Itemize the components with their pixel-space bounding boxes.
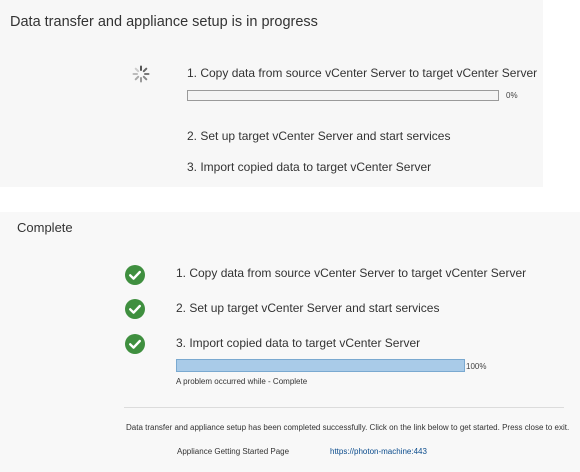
getting-started-link[interactable]: https://photon-machine:443 <box>330 447 427 456</box>
progress-percent: 100% <box>466 362 487 371</box>
progress-bar-step-1 <box>187 90 499 101</box>
progress-title: Data transfer and appliance setup is in … <box>10 14 318 30</box>
complete-step-3: 3. Import copied data to target vCenter … <box>176 336 421 350</box>
check-circle-icon <box>125 265 145 285</box>
complete-step-2: 2. Set up target vCenter Server and star… <box>176 301 440 315</box>
completion-message: Data transfer and appliance setup has be… <box>126 423 570 432</box>
progress-step-1: 1. Copy data from source vCenter Server … <box>187 66 538 80</box>
getting-started-label: Appliance Getting Started Page <box>177 447 290 456</box>
progress-step-3: 3. Import copied data to target vCenter … <box>187 160 432 174</box>
status-note: A problem occurred while - Complete <box>176 377 308 386</box>
loading-spinner-icon <box>131 64 151 84</box>
check-circle-icon <box>125 334 145 354</box>
complete-step-1: 1. Copy data from source vCenter Server … <box>176 266 527 280</box>
check-circle-icon <box>125 299 145 319</box>
divider <box>124 407 564 408</box>
complete-title: Complete <box>17 220 73 235</box>
progress-percent: 0% <box>506 91 518 100</box>
progress-bar-fill <box>177 360 464 371</box>
progress-step-2: 2. Set up target vCenter Server and star… <box>187 129 451 143</box>
progress-bar-step-3 <box>176 359 465 372</box>
